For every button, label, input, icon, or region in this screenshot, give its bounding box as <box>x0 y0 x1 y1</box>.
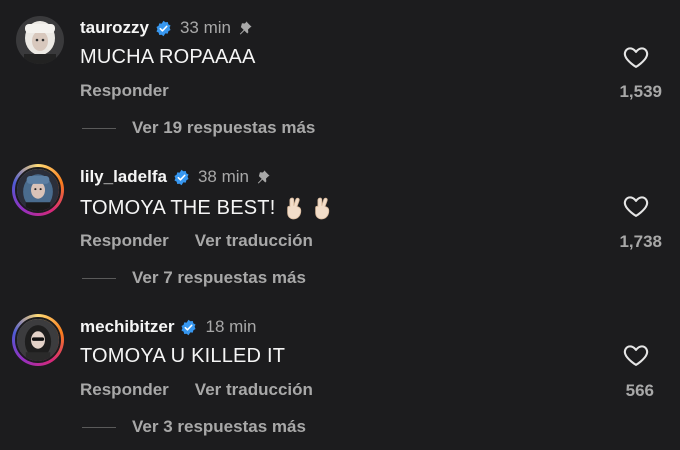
reply-button[interactable]: Responder <box>80 380 169 400</box>
comment-actions: Responder <box>80 81 169 101</box>
pin-icon <box>239 20 252 35</box>
username[interactable]: mechibitzer <box>80 317 174 337</box>
comment-mechibitzer: mechibitzer 18 min TOMOYA U KILLED IT Re… <box>0 300 680 450</box>
emoji-group <box>283 195 335 221</box>
verified-badge-icon <box>174 169 189 185</box>
comment-text: TOMOYA THE BEST! <box>80 196 276 219</box>
comment-header: mechibitzer 18 min <box>80 316 257 338</box>
avatar-taurozzy-image <box>16 16 64 64</box>
avatar[interactable] <box>12 314 64 366</box>
comment-time: 38 min <box>197 167 249 186</box>
like-button[interactable] <box>622 341 650 369</box>
avatar-lily-ladelfa-image <box>17 169 59 211</box>
username[interactable]: lily_ladelfa <box>80 167 167 187</box>
like-count: 566 <box>625 381 654 400</box>
view-replies-label: Ver 19 respuestas más <box>132 118 316 137</box>
avatar-mechibitzer-image <box>17 319 59 361</box>
reply-button[interactable]: Responder <box>80 81 169 101</box>
username[interactable]: taurozzy <box>80 18 149 38</box>
comment-text: MUCHA ROPAAAA <box>80 46 256 68</box>
avatar[interactable] <box>16 16 64 64</box>
comment-taurozzy: taurozzy 33 min MUCHA ROPAAAA Responder … <box>0 0 680 150</box>
replies-divider <box>82 277 116 279</box>
view-replies-button[interactable]: Ver 7 respuestas más <box>82 268 306 288</box>
view-replies-label: Ver 3 respuestas más <box>132 417 306 436</box>
comment-header: taurozzy 33 min <box>80 17 254 39</box>
replies-divider <box>82 426 116 428</box>
view-replies-button[interactable]: Ver 19 respuestas más <box>82 118 315 138</box>
like-count: 1,738 <box>619 232 662 251</box>
crossed-fingers-icon <box>287 197 302 220</box>
like-count: 1,539 <box>619 82 662 101</box>
crossed-fingers-icon <box>315 197 330 220</box>
translate-button[interactable]: Ver traducción <box>195 231 313 251</box>
like-button[interactable] <box>622 192 650 220</box>
comment-header: lily_ladelfa 38 min <box>80 166 272 188</box>
comment-actions: Responder Ver traducción <box>80 231 313 251</box>
verified-badge-icon <box>181 319 196 335</box>
comment-time: 18 min <box>205 317 257 336</box>
heart-icon <box>623 345 649 366</box>
pin-icon <box>257 169 270 184</box>
avatar[interactable] <box>12 164 64 216</box>
comment-text: TOMOYA U KILLED IT <box>80 345 286 367</box>
comment-text-row: TOMOYA THE BEST! <box>80 195 335 221</box>
verified-badge-icon <box>156 20 171 36</box>
view-replies-button[interactable]: Ver 3 respuestas más <box>82 417 306 437</box>
replies-divider <box>82 127 116 129</box>
comment-lily-ladelfa: lily_ladelfa 38 min TOMOYA THE BEST! Res… <box>0 150 680 300</box>
heart-icon <box>623 47 649 68</box>
translate-button[interactable]: Ver traducción <box>195 380 313 400</box>
heart-icon <box>623 196 649 217</box>
comment-actions: Responder Ver traducción <box>80 380 313 400</box>
reply-button[interactable]: Responder <box>80 231 169 251</box>
comment-time: 33 min <box>179 18 231 37</box>
like-button[interactable] <box>622 43 650 71</box>
view-replies-label: Ver 7 respuestas más <box>132 268 306 287</box>
